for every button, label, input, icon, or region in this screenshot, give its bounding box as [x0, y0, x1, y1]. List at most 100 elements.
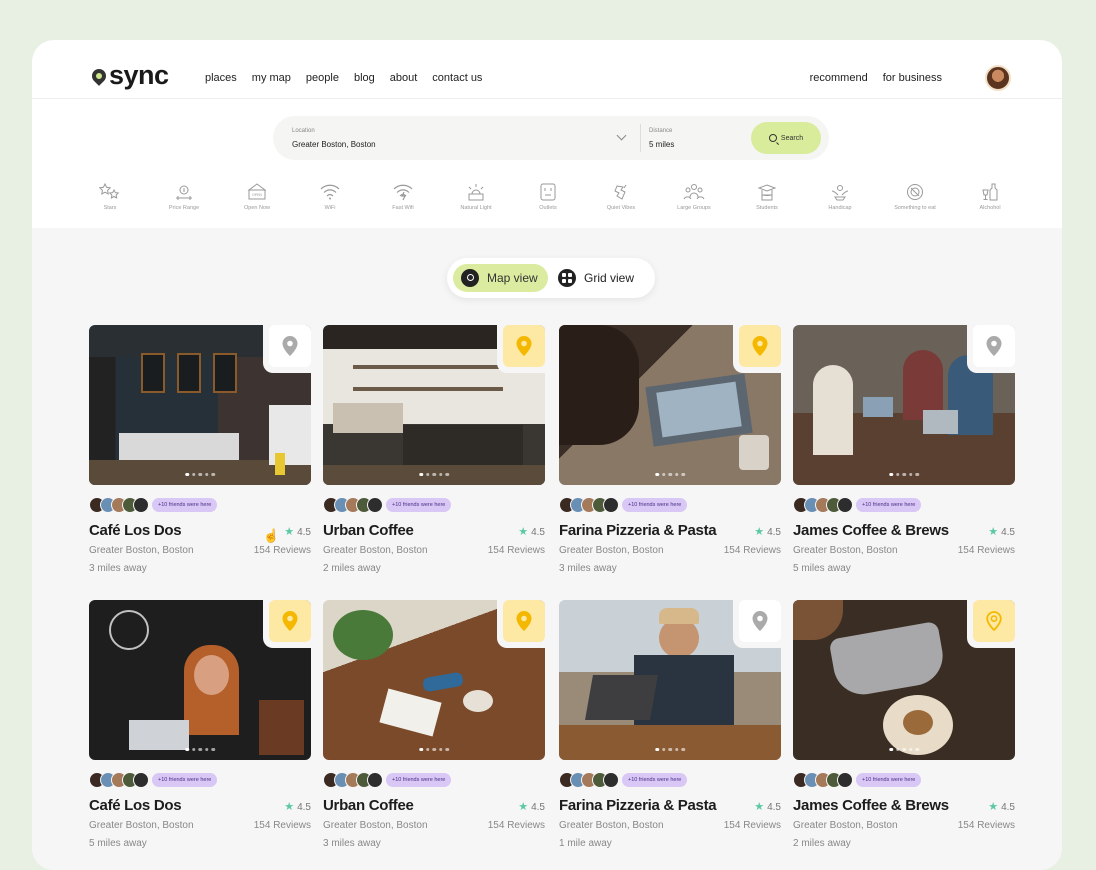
photo-pager[interactable]	[889, 472, 919, 476]
place-card[interactable]: +10 friends were here Urban Coffee ★ 4.5 …	[323, 325, 545, 585]
distance-label: Distance	[649, 128, 673, 134]
nav-my-map[interactable]: my map	[252, 72, 291, 84]
sync-logo[interactable]: sync	[89, 62, 169, 89]
nav-people[interactable]: people	[306, 72, 339, 84]
place-card[interactable]: +10 friends were here Urban Coffee ★ 4.5 …	[323, 600, 545, 860]
place-photo[interactable]	[793, 325, 1015, 485]
photo-pager[interactable]	[655, 472, 685, 476]
filter-large-groups[interactable]: Large Groups	[654, 183, 734, 211]
rating: ★ 4.5	[518, 525, 545, 538]
place-name[interactable]: James Coffee & Brews	[793, 522, 949, 539]
filter-students[interactable]: Students	[727, 183, 807, 211]
filter-natural-light[interactable]: Natural Light	[436, 183, 516, 211]
friends-indicator[interactable]: +10 friends were here	[559, 772, 688, 788]
filter-label: Alchohol	[979, 205, 1001, 211]
place-location: Greater Boston, Boston	[559, 820, 664, 831]
filter-stars[interactable]: Stars	[70, 183, 150, 211]
filter-wifi[interactable]: WiFi	[290, 183, 370, 211]
place-name[interactable]: Café Los Dos	[89, 797, 182, 814]
review-count[interactable]: 154 Reviews	[488, 545, 545, 556]
photo-pager[interactable]	[419, 747, 449, 751]
map-pin-button[interactable]	[739, 325, 781, 367]
friends-indicator[interactable]: +10 friends were here	[323, 497, 452, 513]
friend-avatar	[367, 497, 383, 513]
filter-handicap[interactable]: Handicap	[800, 183, 880, 211]
photo-pager[interactable]	[655, 747, 685, 751]
review-count[interactable]: 154 Reviews	[724, 820, 781, 831]
nav-contact-us[interactable]: contact us	[432, 72, 482, 84]
review-count[interactable]: 154 Reviews	[254, 545, 311, 556]
place-photo[interactable]	[89, 600, 311, 760]
photo-pager[interactable]	[185, 472, 215, 476]
place-photo[interactable]	[559, 600, 781, 760]
map-pin-button[interactable]	[973, 325, 1015, 367]
friends-indicator[interactable]: +10 friends were here	[793, 497, 922, 513]
rating: ★ 4.5	[284, 525, 311, 538]
map-pin-button[interactable]	[973, 600, 1015, 642]
friends-badge: +10 friends were here	[152, 773, 218, 787]
review-count[interactable]: 154 Reviews	[254, 820, 311, 831]
review-count[interactable]: 154 Reviews	[958, 545, 1015, 556]
map-pin-button[interactable]	[739, 600, 781, 642]
filter-something-to-eat[interactable]: Something to eat	[875, 183, 955, 211]
place-photo[interactable]	[323, 600, 545, 760]
star-icon: ★	[284, 526, 295, 538]
map-pin-button[interactable]	[269, 325, 311, 367]
location-label: Location	[292, 128, 315, 134]
friends-indicator[interactable]: +10 friends were here	[89, 497, 218, 513]
place-name[interactable]: Farina Pizzeria & Pasta	[559, 797, 717, 814]
place-card[interactable]: +10 friends were here Farina Pizzeria & …	[559, 600, 781, 860]
photo-pager[interactable]	[419, 472, 449, 476]
location-field[interactable]: Greater Boston, Boston	[292, 140, 376, 149]
map-pin-button[interactable]	[503, 325, 545, 367]
friends-indicator[interactable]: +10 friends were here	[323, 772, 452, 788]
friend-avatar	[367, 772, 383, 788]
hand-cursor-icon: ☝	[263, 528, 280, 543]
place-name[interactable]: Urban Coffee	[323, 522, 414, 539]
place-photo[interactable]	[793, 600, 1015, 760]
friends-indicator[interactable]: +10 friends were here	[89, 772, 218, 788]
place-photo[interactable]	[559, 325, 781, 485]
place-name[interactable]: Café Los Dos	[89, 522, 182, 539]
search-button[interactable]: Search	[751, 122, 821, 154]
place-card[interactable]: +10 friends were here Café Los Dos ★ 4.5 …	[89, 325, 311, 585]
chevron-down-icon[interactable]	[616, 130, 627, 141]
map-pin-button[interactable]	[269, 600, 311, 642]
user-avatar[interactable]	[985, 65, 1011, 91]
photo-pager[interactable]	[889, 747, 919, 751]
grid-view-button[interactable]: Grid view	[558, 264, 634, 292]
friends-indicator[interactable]: +10 friends were here	[793, 772, 922, 788]
location-pin-icon	[752, 611, 768, 631]
nav-for-business[interactable]: for business	[883, 72, 942, 84]
nav-blog[interactable]: blog	[354, 72, 375, 84]
nav-places[interactable]: places	[205, 72, 237, 84]
filter-quiet-vibes[interactable]: Quiet Vibes	[581, 183, 661, 211]
review-count[interactable]: 154 Reviews	[724, 545, 781, 556]
place-name[interactable]: James Coffee & Brews	[793, 797, 949, 814]
distance-field[interactable]: 5 miles	[649, 140, 674, 149]
friend-avatar	[603, 497, 619, 513]
place-card[interactable]: +10 friends were here Café Los Dos ★ 4.5 …	[89, 600, 311, 860]
accessibility-icon	[831, 185, 849, 201]
review-count[interactable]: 154 Reviews	[958, 820, 1015, 831]
nav-about[interactable]: about	[390, 72, 418, 84]
photo-pager[interactable]	[185, 747, 215, 751]
map-pin-button[interactable]	[503, 600, 545, 642]
filter-open-now[interactable]: OPEN Open Now	[217, 183, 297, 211]
friends-indicator[interactable]: +10 friends were here	[559, 497, 688, 513]
filter-outlets[interactable]: Outlets	[508, 183, 588, 211]
filter-alcohol[interactable]: Alchohol	[950, 183, 1030, 211]
map-view-button[interactable]: Map view	[453, 264, 548, 292]
filter-fast-wifi[interactable]: Fast Wifi	[363, 183, 443, 211]
place-card[interactable]: +10 friends were here James Coffee & Bre…	[793, 325, 1015, 585]
filter-price-range[interactable]: Price Range	[144, 183, 224, 211]
nav-recommend[interactable]: recommend	[810, 72, 868, 84]
review-count[interactable]: 154 Reviews	[488, 820, 545, 831]
place-photo[interactable]	[89, 325, 311, 485]
place-photo[interactable]	[323, 325, 545, 485]
place-card[interactable]: +10 friends were here Farina Pizzeria & …	[559, 325, 781, 585]
place-name[interactable]: Farina Pizzeria & Pasta	[559, 522, 717, 539]
filter-label: Large Groups	[677, 205, 711, 211]
place-name[interactable]: Urban Coffee	[323, 797, 414, 814]
place-card[interactable]: +10 friends were here James Coffee & Bre…	[793, 600, 1015, 860]
